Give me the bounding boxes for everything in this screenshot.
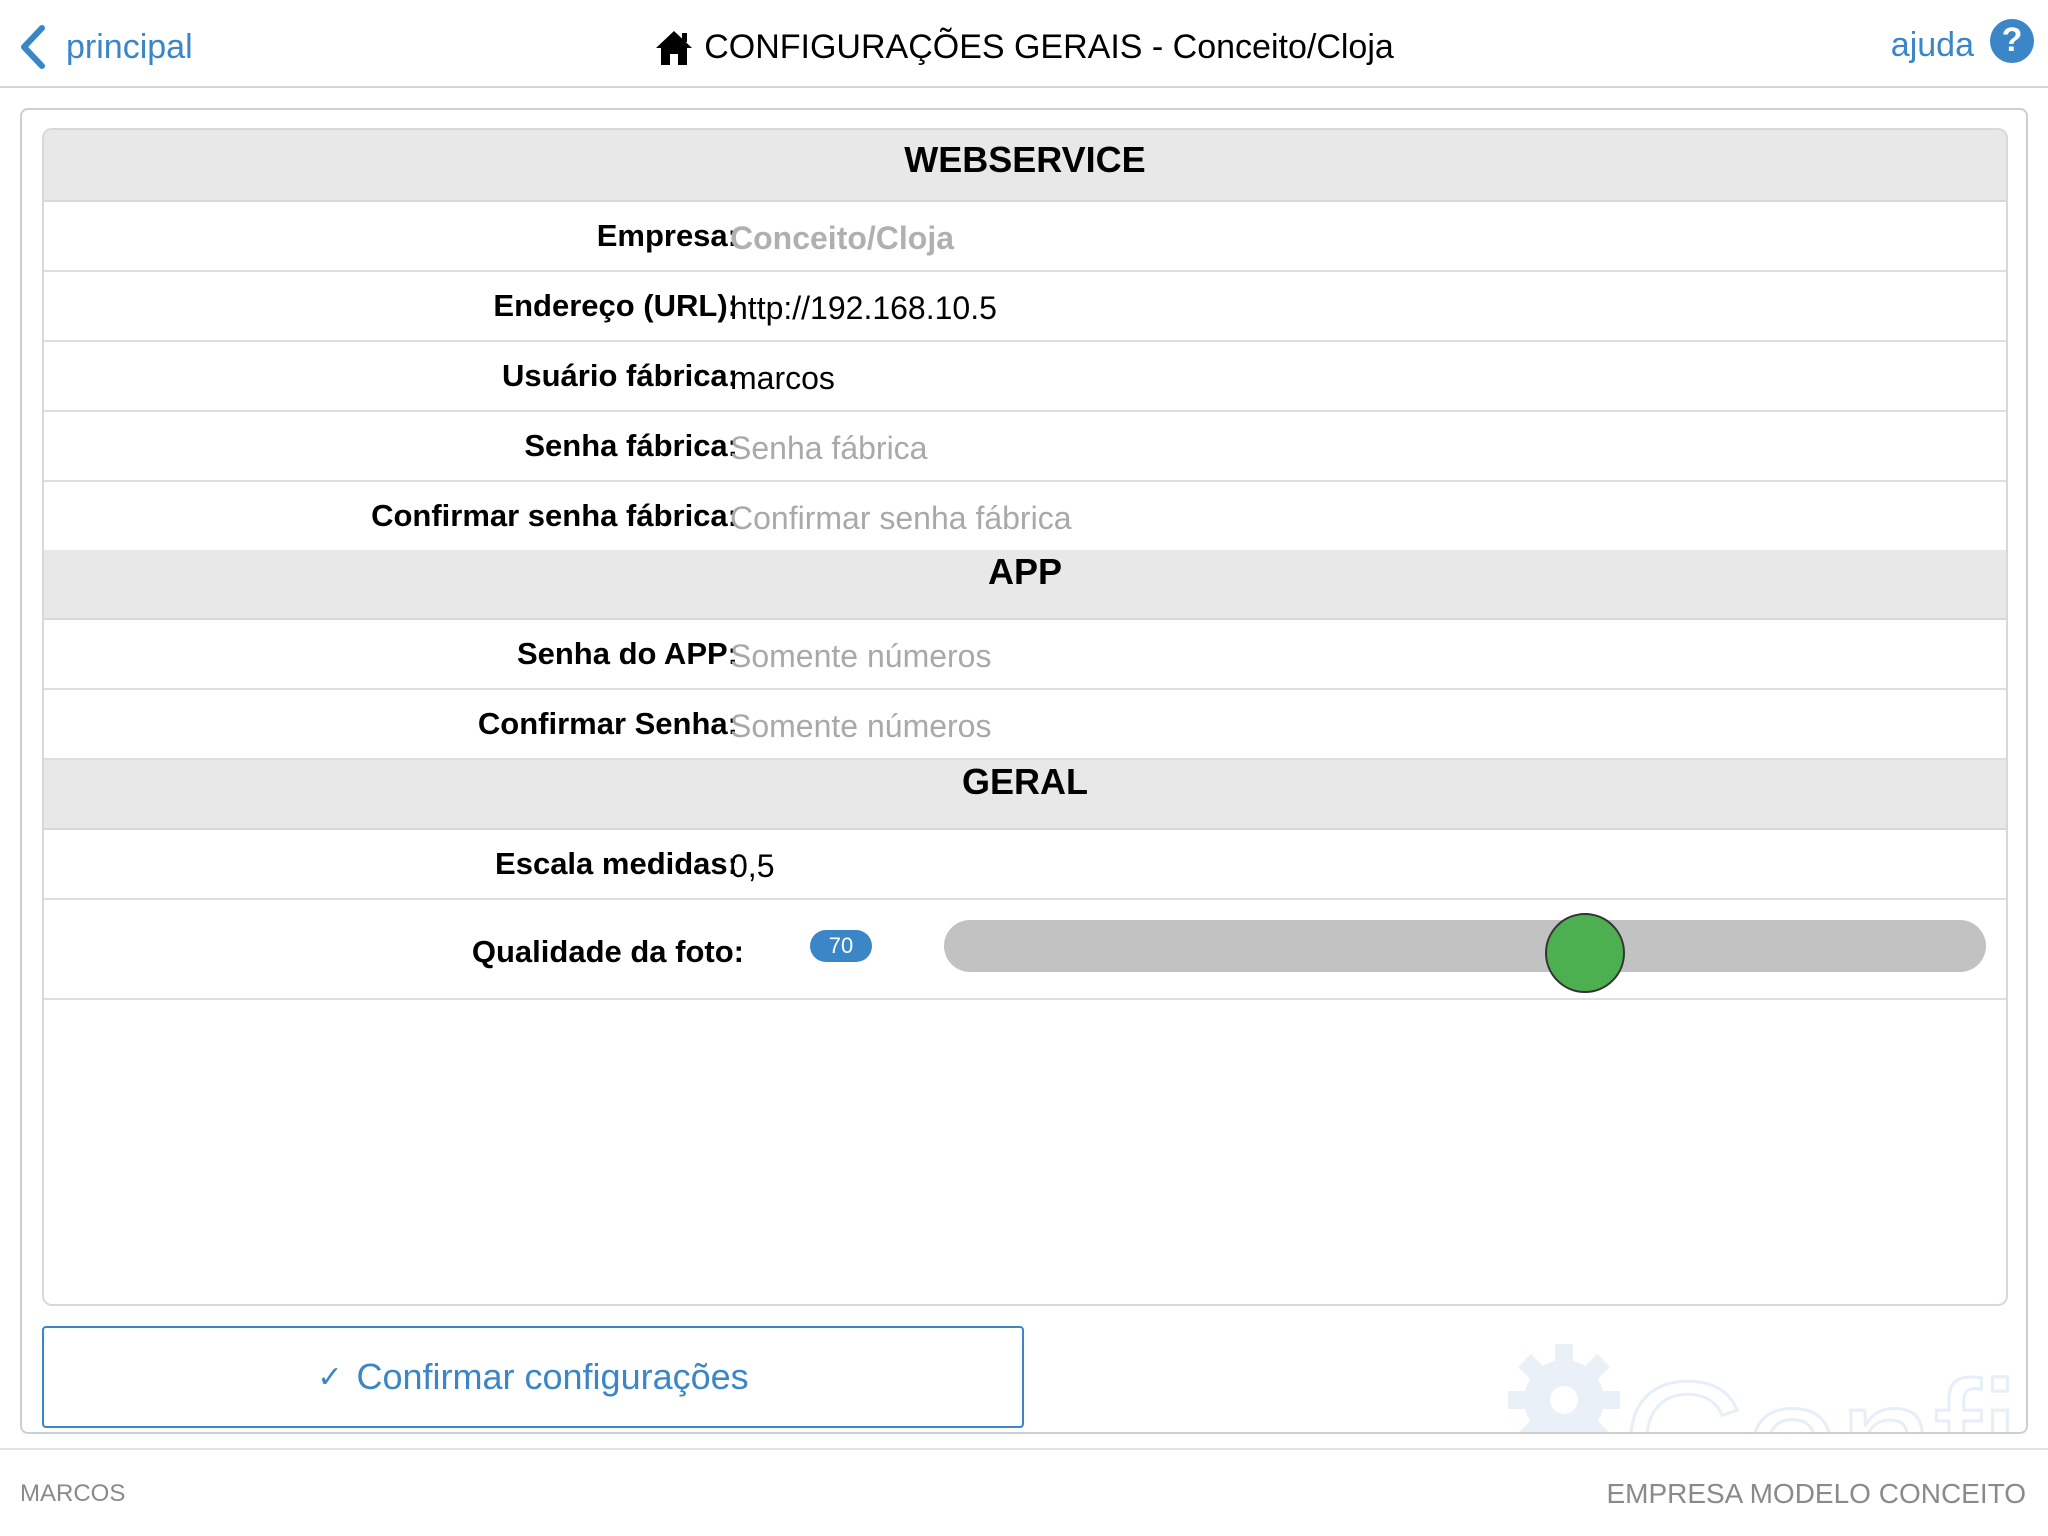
settings-table: WEBSERVICE Empresa: Endereço (URL): Usuá… (42, 128, 2008, 1306)
escala-input[interactable] (730, 842, 1990, 890)
empresa-field (730, 214, 1990, 262)
section-header-app: APP (44, 550, 2006, 620)
row-qualidade: Qualidade da foto: 70 (44, 900, 2006, 1000)
qualidade-label: Qualidade da foto: (471, 934, 744, 969)
row-senha-app: Senha do APP: (44, 620, 2006, 690)
url-label: Endereço (URL): (493, 288, 738, 323)
row-url: Endereço (URL): (44, 272, 2006, 342)
qualidade-slider-thumb[interactable] (1544, 913, 1625, 993)
usuario-input[interactable] (730, 354, 1990, 402)
help-button[interactable]: ajuda ? (1890, 18, 2034, 65)
row-empresa: Empresa: (44, 202, 2006, 272)
qualidade-value-badge: 70 (810, 930, 872, 962)
footer-user: MARCOS (20, 1480, 126, 1507)
navigation-bar: principal CONFIGURAÇÕES GERAIS - Conceit… (0, 0, 2048, 88)
row-escala: Escala medidas: (44, 830, 2006, 900)
confirm-settings-label: Confirmar configurações (356, 1356, 749, 1397)
row-confirmar-senha-app: Confirmar Senha: (44, 690, 2006, 760)
url-input[interactable] (730, 284, 1990, 332)
page-title: CONFIGURAÇÕES GERAIS - Conceito/Cloja (0, 28, 2048, 67)
section-header-geral: GERAL (44, 760, 2006, 830)
row-confirmar-senha-fabrica: Confirmar senha fábrica: (44, 482, 2006, 552)
page-title-text: CONFIGURAÇÕES GERAIS - Conceito/Cloja (704, 28, 1394, 66)
config-watermark: Config (1508, 1344, 2028, 1434)
senha-app-label: Senha do APP: (516, 636, 738, 671)
confirmar-senha-fabrica-label: Confirmar senha fábrica: (371, 498, 738, 533)
confirm-settings-button[interactable]: ✓ Confirmar configurações (42, 1326, 1024, 1428)
home-icon (656, 30, 693, 65)
qualidade-slider-track[interactable] (944, 913, 1986, 993)
confirmar-senha-app-label: Confirmar Senha: (477, 706, 738, 741)
help-label: ajuda (1890, 26, 1974, 64)
row-usuario: Usuário fábrica: (44, 342, 2006, 412)
footer-company: EMPRESA MODELO CONCEITO (1606, 1478, 2026, 1509)
footer-divider (0, 1448, 2048, 1450)
watermark-text: Config (1622, 1347, 2028, 1434)
confirmar-senha-fabrica-input[interactable] (730, 494, 1990, 542)
help-icon: ? (1990, 18, 2034, 63)
senha-app-input[interactable] (730, 632, 1990, 680)
senha-fabrica-label: Senha fábrica: (524, 428, 738, 463)
section-header-webservice: WEBSERVICE (44, 130, 2006, 202)
escala-label: Escala medidas: (495, 846, 738, 881)
senha-fabrica-input[interactable] (730, 424, 1990, 472)
row-senha-fabrica: Senha fábrica: (44, 412, 2006, 482)
empresa-label: Empresa: (596, 218, 738, 253)
check-icon: ✓ (317, 1360, 343, 1394)
usuario-label: Usuário fábrica: (501, 358, 738, 393)
confirmar-senha-app-input[interactable] (730, 702, 1990, 750)
